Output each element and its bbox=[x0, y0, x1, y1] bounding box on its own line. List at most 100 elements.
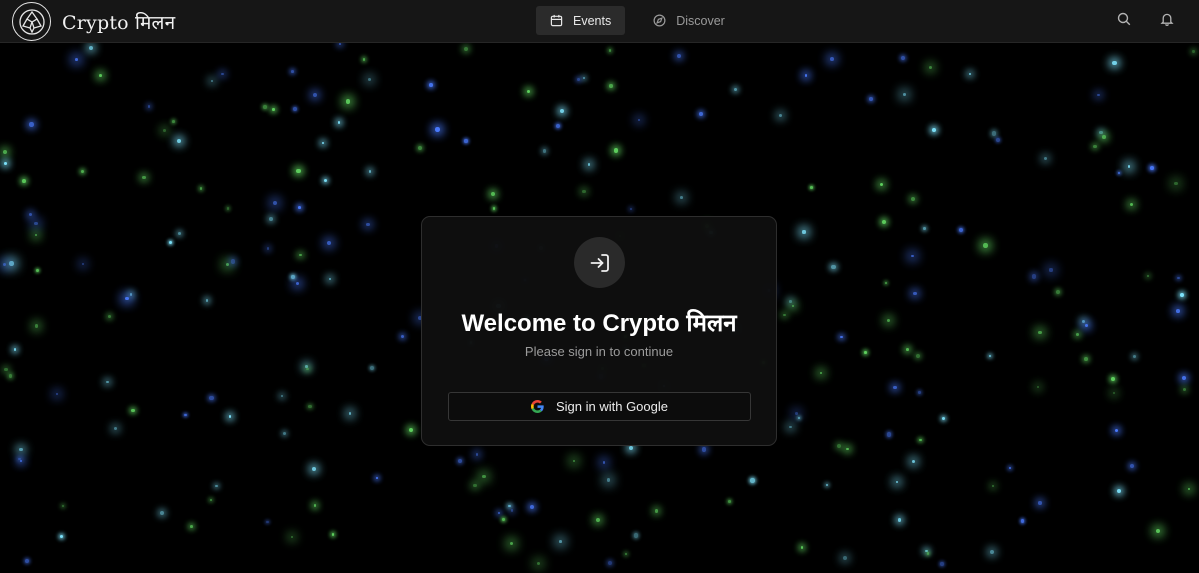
star-particle bbox=[530, 505, 535, 510]
star-particle bbox=[931, 127, 936, 132]
top-navigation-bar: Crypto मिलन Events Discover bbox=[0, 0, 1199, 43]
star-particle bbox=[902, 93, 906, 96]
star-particle bbox=[366, 223, 370, 227]
star-particle bbox=[331, 533, 335, 536]
star-particle bbox=[846, 447, 849, 451]
star-particle bbox=[464, 139, 468, 143]
star-particle bbox=[1020, 519, 1025, 523]
star-particle bbox=[457, 459, 462, 463]
star-particle bbox=[1156, 528, 1161, 533]
star-particle bbox=[28, 212, 33, 217]
sign-in-icon bbox=[574, 237, 625, 288]
star-particle bbox=[614, 148, 619, 153]
star-particle bbox=[199, 187, 203, 190]
star-particle bbox=[995, 138, 1001, 143]
star-particle bbox=[526, 89, 530, 93]
star-particle bbox=[680, 195, 683, 199]
star-particle bbox=[190, 525, 194, 529]
star-particle bbox=[502, 518, 505, 521]
star-particle bbox=[1118, 172, 1121, 175]
star-particle bbox=[313, 504, 317, 507]
star-particle bbox=[8, 374, 12, 378]
star-particle bbox=[168, 240, 172, 244]
star-particle bbox=[369, 365, 375, 370]
star-particle bbox=[900, 55, 906, 61]
star-particle bbox=[919, 438, 922, 441]
star-particle bbox=[490, 192, 495, 197]
star-particle bbox=[363, 58, 366, 61]
star-particle bbox=[226, 207, 230, 210]
star-particle bbox=[1043, 156, 1047, 160]
star-particle bbox=[34, 324, 39, 329]
star-particle bbox=[19, 460, 22, 463]
star-particle bbox=[323, 178, 328, 183]
star-particle bbox=[734, 87, 737, 91]
star-particle bbox=[345, 99, 350, 104]
star-particle bbox=[266, 247, 269, 250]
search-icon[interactable] bbox=[1117, 12, 1134, 29]
star-particle bbox=[1174, 181, 1179, 186]
star-particle bbox=[463, 46, 468, 51]
star-particle bbox=[228, 415, 232, 419]
star-particle bbox=[922, 227, 926, 231]
google-button-label: Sign in with Google bbox=[555, 399, 668, 414]
nav-tab-discover[interactable]: Discover bbox=[639, 6, 739, 35]
star-particle bbox=[804, 74, 807, 77]
calendar-icon bbox=[550, 14, 563, 27]
star-particle bbox=[1192, 50, 1195, 53]
star-particle bbox=[13, 348, 16, 351]
star-particle bbox=[728, 500, 731, 503]
star-particle bbox=[481, 474, 486, 479]
sign-in-card: Welcome to Crypto मिलन Please sign in to… bbox=[421, 216, 777, 446]
star-particle bbox=[88, 45, 94, 50]
star-particle bbox=[147, 104, 151, 108]
star-particle bbox=[282, 432, 286, 436]
star-particle bbox=[81, 170, 85, 174]
star-particle bbox=[702, 447, 707, 452]
star-particle bbox=[536, 561, 541, 566]
star-particle bbox=[4, 162, 7, 165]
star-particle bbox=[789, 300, 792, 303]
star-particle bbox=[308, 404, 312, 409]
google-icon bbox=[530, 400, 544, 413]
star-particle bbox=[205, 299, 209, 302]
star-particle bbox=[290, 536, 293, 539]
star-particle bbox=[280, 395, 283, 398]
star-particle bbox=[820, 372, 823, 375]
star-particle bbox=[163, 129, 166, 132]
star-particle bbox=[108, 315, 112, 319]
star-particle bbox=[1146, 274, 1150, 278]
star-particle bbox=[1055, 289, 1060, 294]
star-particle bbox=[75, 58, 79, 62]
star-particle bbox=[582, 189, 586, 194]
star-particle bbox=[831, 264, 836, 270]
star-particle bbox=[941, 416, 946, 421]
star-particle bbox=[1132, 355, 1136, 359]
star-particle bbox=[508, 504, 511, 508]
star-particle bbox=[542, 149, 547, 154]
brand[interactable]: Crypto मिलन bbox=[12, 2, 175, 41]
star-particle bbox=[991, 131, 996, 136]
star-particle bbox=[810, 186, 813, 189]
star-particle bbox=[800, 546, 804, 550]
star-particle bbox=[836, 444, 841, 449]
star-particle bbox=[230, 259, 236, 264]
star-particle bbox=[375, 477, 378, 480]
nav-tab-events[interactable]: Events bbox=[536, 6, 626, 35]
star-particle bbox=[885, 282, 888, 285]
star-particle bbox=[560, 108, 565, 113]
star-particle bbox=[882, 219, 887, 224]
star-particle bbox=[608, 49, 612, 52]
sign-in-with-google-button[interactable]: Sign in with Google bbox=[448, 392, 751, 421]
star-particle bbox=[296, 169, 301, 174]
star-particle bbox=[273, 200, 278, 205]
star-particle bbox=[225, 262, 229, 266]
star-particle bbox=[177, 231, 181, 235]
star-particle bbox=[587, 163, 591, 167]
star-particle bbox=[338, 43, 342, 46]
bell-icon[interactable] bbox=[1160, 12, 1177, 29]
star-particle bbox=[913, 291, 917, 296]
star-particle bbox=[1182, 388, 1186, 392]
star-particle bbox=[779, 114, 783, 118]
star-particle bbox=[1083, 356, 1088, 361]
